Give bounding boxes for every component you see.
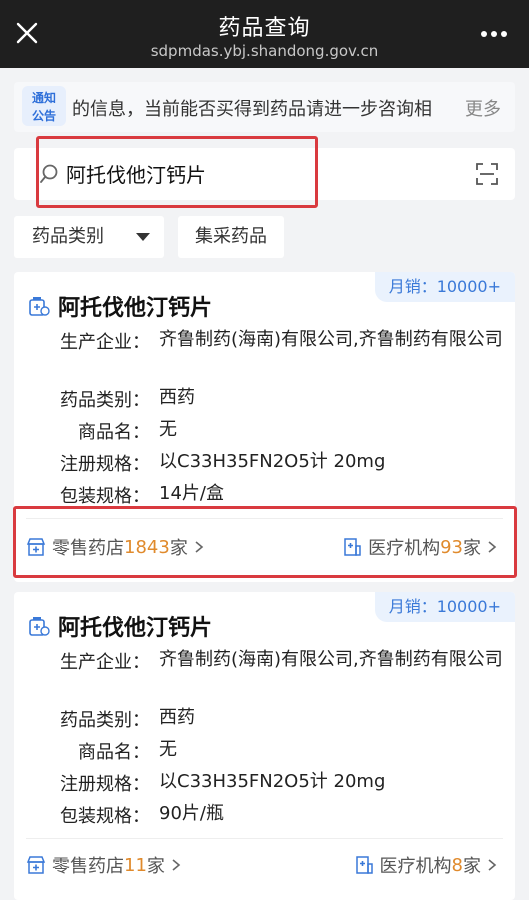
trade-name-label: 商品名： [78, 422, 150, 443]
category-value: 西药 [159, 707, 195, 728]
notice-text: 的信息，当前能否买得到药品请进一步咨询相 [72, 99, 432, 119]
notice-badge-line1: 通知 [31, 91, 56, 105]
drug-name: 阿托伐他汀钙片 [58, 616, 213, 641]
medical-count: 8 [451, 854, 463, 876]
page-url: sdpmdas.ybj.shandong.gov.cn [150, 42, 379, 60]
availability-highlight-box [13, 506, 517, 578]
pharmacy-icon [26, 856, 46, 874]
hospital-icon [355, 856, 373, 874]
category-label: 药品类别： [60, 710, 150, 731]
package-value: 14片/盒 [159, 483, 224, 504]
manufacturer-value: 齐鲁制药(海南)有限公司,齐鲁制药有限公司 [159, 649, 503, 670]
chevron-right-icon [172, 859, 181, 871]
retail-pharmacy-link[interactable]: 零售药店 11 家 [26, 852, 181, 878]
manufacturer-value: 齐鲁制药(海南)有限公司,齐鲁制药有限公司 [159, 329, 503, 350]
divider [26, 838, 503, 839]
availability-footer: 零售药店 11 家 医疗机构 8 家 [14, 844, 515, 884]
procurement-filter[interactable]: 集采药品 [178, 216, 284, 258]
drug-name: 阿托伐他汀钙片 [58, 296, 213, 321]
pill-icon [29, 617, 50, 636]
notice-badge: 通知 公告 [22, 86, 66, 126]
caret-down-icon [136, 233, 150, 241]
package-label: 包装规格： [60, 806, 150, 827]
category-filter-label: 药品类别 [32, 226, 104, 247]
category-value: 西药 [159, 387, 195, 408]
retail-unit: 家 [146, 856, 165, 877]
retail-label: 零售药店 [52, 856, 124, 877]
spec-label: 注册规格： [60, 774, 150, 795]
page-title: 药品查询 [218, 16, 311, 41]
trade-name-value: 无 [159, 419, 177, 440]
category-label: 药品类别： [60, 390, 150, 411]
category-filter[interactable]: 药品类别 [14, 216, 164, 258]
notice-badge-line2: 公告 [31, 109, 56, 123]
drug-card[interactable]: 月销：10000+ 阿托伐他汀钙片 生产企业： 齐鲁制药(海南)有限公司,齐鲁制… [14, 592, 515, 900]
notice-more-link[interactable]: 更多 [465, 95, 501, 121]
chevron-right-icon [488, 859, 497, 871]
manufacturer-label: 生产企业： [60, 652, 150, 673]
manufacturer-label: 生产企业： [60, 332, 150, 353]
spec-value: 以C33H35FN2O5计 20mg [159, 451, 386, 472]
spec-value: 以C33H35FN2O5计 20mg [159, 771, 386, 792]
search-highlight-box [36, 136, 318, 208]
package-label: 包装规格： [60, 486, 150, 507]
scan-icon[interactable] [475, 162, 499, 186]
pill-icon [29, 297, 50, 316]
spec-label: 注册规格： [60, 454, 150, 475]
medical-unit: 家 [463, 856, 481, 877]
monthly-sales-badge: 月销：10000+ [374, 592, 515, 622]
medical-institution-link[interactable]: 医疗机构 8 家 [354, 852, 497, 878]
package-value: 90片/瓶 [159, 803, 224, 824]
top-bar: 药品查询 sdpmdas.ybj.shandong.gov.cn [0, 0, 529, 68]
trade-name-value: 无 [159, 739, 177, 760]
monthly-sales-badge: 月销：10000+ [374, 272, 515, 302]
trade-name-label: 商品名： [78, 742, 150, 763]
more-dots-icon[interactable] [479, 22, 509, 46]
medical-label: 医疗机构 [379, 856, 452, 877]
retail-count: 11 [124, 854, 147, 876]
notice-bar[interactable]: 通知 公告 的信息，当前能否买得到药品请进一步咨询相 更多 [14, 82, 515, 132]
